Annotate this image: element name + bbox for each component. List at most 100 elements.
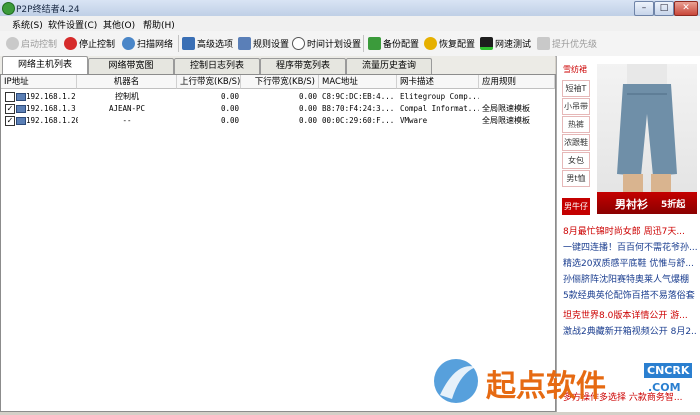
ad-link[interactable]: 8月最忙锦时尚女郎 周迅7天... (563, 224, 697, 237)
table-row[interactable]: 192.168.1.2 控制机 0.00 0.00 C8:9C:DC:EB:4.… (1, 91, 555, 102)
rule-settings-label: 规则设置 (253, 40, 290, 50)
tab-strip: 网络主机列表 网络带宽图 控制日志列表 程序带宽列表 流量历史查询 (0, 56, 555, 75)
cell-rule: 全局限速模板 (482, 116, 530, 125)
restore-config-button[interactable]: 恢复配置 (424, 35, 475, 52)
start-control-button[interactable]: 启动控制 (6, 35, 57, 52)
ad-link[interactable]: 坦克世界8.0版本详情公开 游... (563, 308, 697, 321)
column-header-download[interactable]: 下行带宽(KB/S) (241, 75, 319, 89)
backup-config-button[interactable]: 备份配置 (368, 35, 419, 52)
speed-test-label: 网速测试 (495, 40, 532, 50)
ad-category[interactable]: 浓跟鞋 (562, 134, 590, 151)
row-checkbox[interactable] (5, 92, 15, 102)
cell-ip: 192.168.1.2 (26, 92, 76, 101)
menu-other[interactable]: 其他(O) (103, 18, 135, 31)
menu-system[interactable]: 系统(S) (12, 18, 43, 31)
computer-icon (16, 105, 26, 113)
menu-help[interactable]: 帮助(H) (143, 18, 175, 31)
row-checkbox[interactable]: ✓ (5, 116, 15, 126)
column-header-rule[interactable]: 应用规则 (479, 75, 555, 89)
rules-icon (238, 37, 251, 50)
toolbar: 启动控制 停止控制 扫描网络 高级选项 规则设置 时间计划设置 备份配置 恢复配… (0, 31, 700, 57)
stop-control-label: 停止控制 (79, 40, 116, 50)
menu-bar: 系统(S) 软件设置(C) 其他(O) 帮助(H) (0, 16, 700, 32)
cell-download: 0.00 (298, 116, 317, 125)
ad-link[interactable]: 多方操作多选择 六款商务智... (563, 390, 697, 403)
stop-icon (64, 37, 77, 50)
cell-machine: 控制机 (115, 92, 139, 101)
cell-mac: B8:70:F4:24:3... (322, 104, 395, 113)
ad-link[interactable]: 5款经典英伦配饰百搭不易落俗套 (563, 288, 697, 301)
ad-category[interactable]: 小吊带 (562, 98, 590, 115)
toolbar-separator (178, 35, 179, 52)
cell-upload: 0.00 (220, 92, 239, 101)
ad-panel: 雪纺裙 短袖T 小吊带 热裤 浓跟鞋 女包 男t恤 男牛仔 男衬衫 5折起 8月… (556, 56, 700, 412)
advanced-options-button[interactable]: 高级选项 (182, 35, 233, 52)
app-icon (2, 2, 15, 15)
window-title: P2P终结者4.24 (16, 5, 80, 15)
column-header-mac[interactable]: MAC地址 (319, 75, 397, 89)
ad-category[interactable]: 女包 (562, 152, 590, 169)
host-list: IP地址 机器名 上行带宽(KB/S) 下行带宽(KB/S) MAC地址 网卡描… (0, 74, 556, 412)
ad-discount: 5折起 (661, 200, 686, 210)
priority-icon (537, 37, 550, 50)
ad-link[interactable]: 精选20双质感平底鞋 优惟与舒... (563, 256, 697, 269)
ad-category[interactable]: 热裤 (562, 116, 590, 133)
raise-priority-button[interactable]: 提升优先级 (537, 35, 597, 52)
minimize-button[interactable]: – (634, 1, 654, 16)
ad-banner[interactable]: 男衬衫 5折起 (597, 192, 697, 214)
start-control-label: 启动控制 (21, 40, 58, 50)
cell-download: 0.00 (298, 92, 317, 101)
scan-network-label: 扫描网络 (137, 40, 174, 50)
cell-rule (482, 91, 554, 102)
speed-icon (480, 37, 493, 50)
cell-upload: 0.00 (220, 116, 239, 125)
table-row[interactable]: ✓ 192.168.1.3 AJEAN-PC 0.00 0.00 B8:70:F… (1, 103, 555, 114)
maximize-button[interactable]: □ (654, 1, 674, 16)
scan-network-button[interactable]: 扫描网络 (122, 35, 173, 52)
ad-link[interactable]: 一键四连播！百百何不需花爷孙... (563, 240, 697, 253)
ad-category[interactable]: 雪纺裙 (562, 62, 588, 77)
row-checkbox[interactable]: ✓ (5, 104, 15, 114)
ad-category[interactable]: 短袖T (562, 80, 590, 97)
raise-priority-label: 提升优先级 (552, 40, 598, 50)
tab-traffic-history[interactable]: 流量历史查询 (346, 58, 432, 74)
cell-upload: 0.00 (220, 104, 239, 113)
tab-host-list[interactable]: 网络主机列表 (2, 56, 88, 75)
toolbar-separator (363, 35, 364, 52)
cell-nic: VMware (400, 116, 428, 125)
cell-download: 0.00 (298, 104, 317, 113)
column-header-machine[interactable]: 机器名 (77, 75, 177, 89)
close-button[interactable]: ✕ (674, 1, 698, 16)
cell-mac: 00:0C:29:60:F... (322, 116, 395, 125)
speed-test-button[interactable]: 网速测试 (480, 35, 531, 52)
magnifier-icon (122, 37, 135, 50)
ad-category[interactable]: 男t恤 (562, 170, 590, 187)
play-icon (6, 37, 19, 50)
tab-bandwidth-chart[interactable]: 网络带宽图 (88, 58, 174, 74)
table-row[interactable]: ✓ 192.168.1.200 -- 0.00 0.00 00:0C:29:60… (1, 115, 555, 126)
cell-mac: C8:9C:DC:EB:4... (322, 92, 395, 101)
cell-nic: Compal Informat... (400, 104, 479, 113)
cell-machine: -- (122, 116, 132, 125)
tab-control-log[interactable]: 控制日志列表 (174, 58, 260, 74)
schedule-settings-label: 时间计划设置 (307, 40, 362, 50)
column-header-nic[interactable]: 网卡描述 (397, 75, 479, 89)
cell-rule: 全局限速模板 (482, 104, 530, 113)
rule-settings-button[interactable]: 规则设置 (238, 35, 289, 52)
column-header-upload[interactable]: 上行带宽(KB/S) (177, 75, 241, 89)
column-header-ip[interactable]: IP地址 (1, 75, 77, 89)
stop-control-button[interactable]: 停止控制 (64, 35, 115, 52)
menu-settings[interactable]: 软件设置(C) (48, 18, 97, 31)
ad-link[interactable]: 激战2典藏新开箱视频公开 8月2... (563, 324, 697, 337)
ad-category[interactable]: 男牛仔 (562, 198, 590, 215)
restore-config-label: 恢复配置 (439, 40, 476, 50)
backup-config-label: 备份配置 (383, 40, 420, 50)
advanced-options-label: 高级选项 (197, 40, 234, 50)
ad-link[interactable]: 孙俪脐阵沈阳赛特奥莱人气爆棚 (563, 272, 697, 285)
computer-icon (16, 117, 26, 125)
tab-program-bandwidth[interactable]: 程序带宽列表 (260, 58, 346, 74)
schedule-settings-button[interactable]: 时间计划设置 (292, 35, 361, 52)
title-bar: P2P终结者4.24 – □ ✕ (0, 0, 700, 17)
cell-machine: AJEAN-PC (108, 104, 146, 113)
computer-icon (16, 93, 26, 101)
